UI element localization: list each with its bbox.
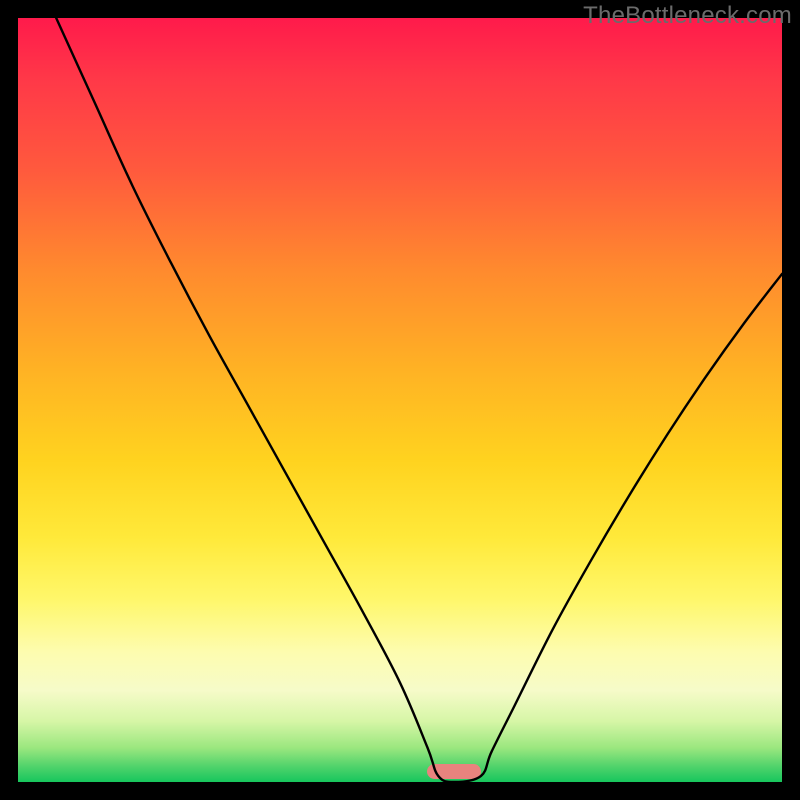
watermark-text: TheBottleneck.com <box>583 2 792 30</box>
plot-area <box>18 18 782 782</box>
chart-frame: TheBottleneck.com <box>0 0 800 800</box>
bottleneck-curve <box>18 18 782 782</box>
